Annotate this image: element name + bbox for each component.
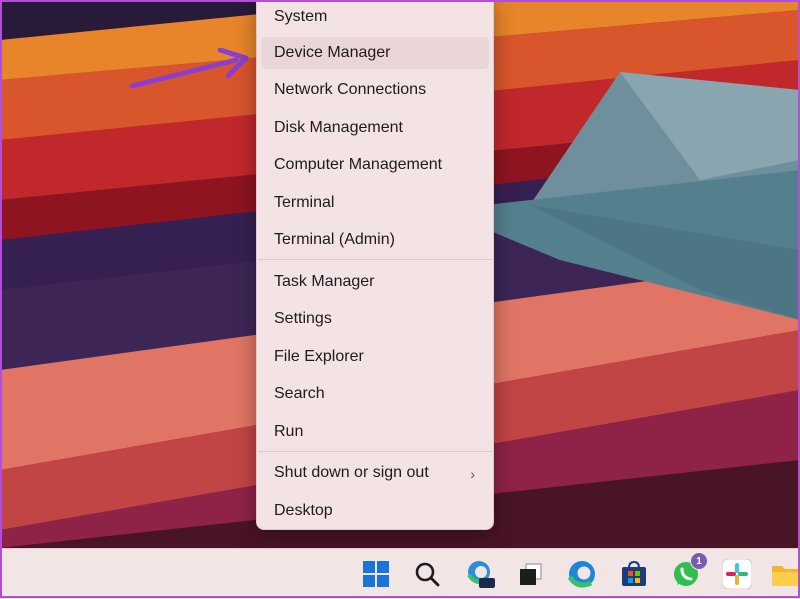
- menu-item-label: Task Manager: [274, 273, 375, 290]
- menu-item-computer-management[interactable]: Computer Management: [261, 149, 489, 181]
- edge-icon[interactable]: [566, 558, 598, 590]
- menu-item-label: Settings: [274, 310, 332, 327]
- menu-item-terminal-admin[interactable]: Terminal (Admin): [261, 224, 489, 256]
- file-explorer-icon[interactable]: [770, 558, 800, 590]
- quick-link-menu: System Device Manager Network Connection…: [256, 0, 494, 530]
- taskbar: 1: [0, 548, 800, 599]
- microsoft-store-icon[interactable]: [618, 558, 650, 590]
- menu-item-settings[interactable]: Settings: [261, 303, 489, 335]
- windows-start-icon[interactable]: [360, 558, 392, 590]
- search-icon[interactable]: [411, 558, 443, 590]
- menu-item-label: Shut down or sign out: [274, 464, 429, 481]
- menu-item-file-explorer[interactable]: File Explorer: [261, 341, 489, 373]
- menu-item-label: Run: [274, 423, 304, 440]
- menu-item-terminal[interactable]: Terminal: [261, 187, 489, 219]
- menu-item-label: Disk Management: [274, 119, 403, 136]
- menu-item-label: Device Manager: [274, 44, 391, 61]
- chevron-right-icon: ›: [470, 466, 475, 482]
- menu-item-label: Computer Management: [274, 156, 443, 173]
- annotation-arrow: [129, 48, 249, 89]
- menu-item-desktop[interactable]: Desktop: [261, 495, 489, 527]
- menu-item-search[interactable]: Search: [261, 378, 489, 410]
- menu-item-label: Terminal (Admin): [274, 231, 395, 248]
- whatsapp-icon[interactable]: 1: [670, 552, 708, 590]
- edge-preview-icon[interactable]: [464, 558, 496, 590]
- slack-icon[interactable]: [721, 558, 753, 590]
- menu-item-shut-down-or-sign-out[interactable]: Shut down or sign out ›: [261, 457, 489, 489]
- menu-item-label: Terminal: [274, 194, 335, 211]
- menu-item-label: Search: [274, 385, 325, 402]
- menu-item-device-manager[interactable]: Device Manager: [261, 37, 489, 69]
- menu-item-label: Network Connections: [274, 81, 427, 98]
- menu-item-label: Desktop: [274, 502, 333, 519]
- menu-item-system[interactable]: System: [261, 1, 489, 33]
- menu-separator: [258, 451, 494, 452]
- menu-separator: [258, 259, 494, 260]
- menu-item-network-connections[interactable]: Network Connections: [261, 74, 489, 106]
- menu-item-label: System: [274, 8, 328, 25]
- task-view-icon[interactable]: [515, 558, 547, 590]
- notification-badge: 1: [690, 552, 708, 570]
- menu-item-disk-management[interactable]: Disk Management: [261, 112, 489, 144]
- menu-item-run[interactable]: Run: [261, 416, 489, 448]
- menu-item-task-manager[interactable]: Task Manager: [261, 266, 489, 298]
- menu-item-label: File Explorer: [274, 348, 364, 365]
